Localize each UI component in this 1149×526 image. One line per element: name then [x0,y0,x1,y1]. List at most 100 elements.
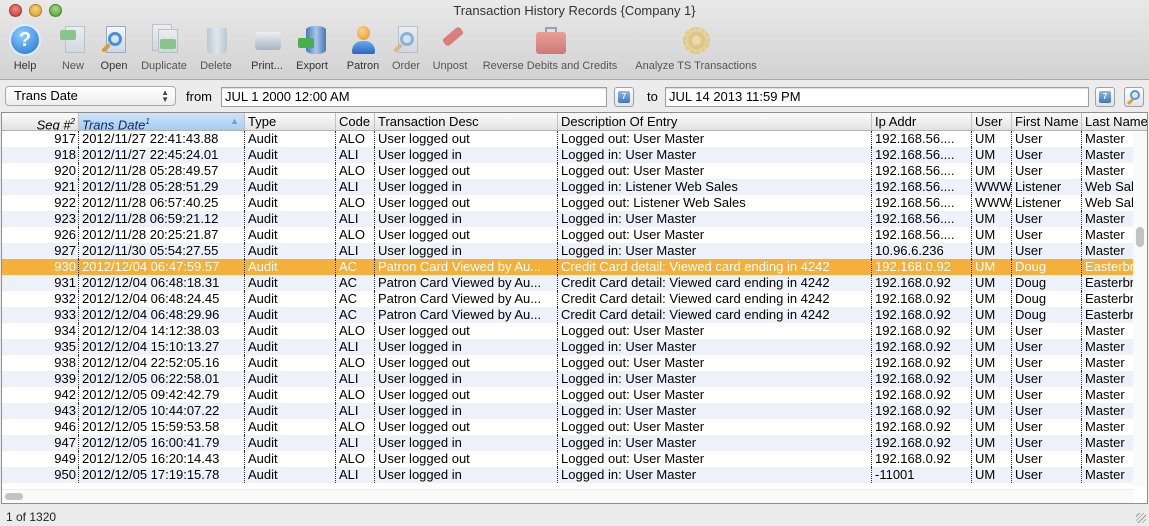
unpost-wrench-icon [434,24,466,56]
cell-seq: 927 [2,243,79,259]
table-row[interactable]: 926 2012/11/28 20:25:21.87 Audit ALO User lo… [2,227,1133,243]
patron-button[interactable]: Patron [346,24,380,76]
open-button[interactable]: Open [97,24,131,76]
table-row[interactable]: 934 2012/12/04 14:12:38.03 Audit ALO User lo… [2,323,1133,339]
cell-last-name: Master [1085,387,1125,402]
cell-trans-date: 2012/12/05 16:20:14.43 [79,451,245,467]
print-button[interactable]: Print... [250,24,284,76]
table-row[interactable]: 917 2012/11/27 22:41:43.88 Audit ALO User lo… [2,131,1133,147]
horizontal-scrollbar[interactable] [2,489,1133,503]
cell-seq: 934 [2,323,79,339]
cell-description-of-entry: Logged in: User Master [558,467,872,483]
cell-type: Audit [245,451,336,467]
cell-seq: 947 [2,435,79,451]
vertical-scroll-thumb[interactable] [1136,227,1144,247]
column-header-type[interactable]: Type [245,113,336,130]
cell-ip-addr: 192.168.56.... [872,211,972,227]
from-date-input[interactable]: JUL 1 2000 12:00 AM [221,87,607,107]
cell-seq: 917 [2,131,79,147]
column-header-first-name[interactable]: First Name [1012,113,1082,130]
table-row[interactable]: 931 2012/12/04 06:48:18.31 Audit AC Patron C… [2,275,1133,291]
cell-user: UM [972,355,1012,371]
table-row[interactable]: 921 2012/11/28 05:28:51.29 Audit ALI User lo… [2,179,1133,195]
table-row[interactable]: 946 2012/12/05 15:59:53.58 Audit ALO User lo… [2,419,1133,435]
cell-transaction-desc: Patron Card Viewed by Au... [375,259,558,275]
table-row[interactable]: 949 2012/12/05 16:20:14.43 Audit ALO User lo… [2,451,1133,467]
cell-first-name: User [1012,403,1082,419]
cell-trans-date: 2012/12/05 16:00:41.79 [79,435,245,451]
new-button[interactable]: New [56,24,90,76]
table-row[interactable]: 950 2012/12/05 17:19:15.78 Audit ALI User lo… [2,467,1133,483]
table-row[interactable]: 942 2012/12/05 09:42:42.79 Audit ALO User lo… [2,387,1133,403]
table-row[interactable]: 933 2012/12/04 06:48:29.96 Audit AC Patron C… [2,307,1133,323]
trash-icon [200,24,232,56]
to-calendar-button[interactable]: 7 [1095,87,1115,107]
cell-user: UM [972,403,1012,419]
cell-last-name: Master [1085,371,1125,386]
sort-rank-badge: 1 [145,117,150,126]
cell-user: UM [972,259,1012,275]
table-row[interactable]: 923 2012/11/28 06:59:21.12 Audit ALI User lo… [2,211,1133,227]
table-row[interactable]: 918 2012/11/27 22:45:24.01 Audit ALI User lo… [2,147,1133,163]
table-row[interactable]: 939 2012/12/05 06:22:58.01 Audit ALI User lo… [2,371,1133,387]
transaction-table: Seq #2 Trans Date1 ▲ Type Code Transacti… [1,112,1148,504]
horizontal-scroll-thumb[interactable] [5,493,23,500]
column-header-last-name[interactable]: Last Name [1082,113,1147,130]
export-button[interactable]: Export [295,24,329,76]
cell-seq: 926 [2,227,79,243]
duplicate-button[interactable]: Duplicate [141,24,187,76]
to-date-input[interactable]: JUL 14 2013 11:59 PM [665,87,1089,107]
cell-description-of-entry: Logged in: User Master [558,403,872,419]
cell-user: UM [972,147,1012,163]
cell-ip-addr: 192.168.0.92 [872,371,972,387]
table-row[interactable]: 922 2012/11/28 06:57:40.25 Audit ALO User lo… [2,195,1133,211]
table-row[interactable]: 943 2012/12/05 10:44:07.22 Audit ALI User lo… [2,403,1133,419]
analyze-ts-transactions-button[interactable]: Analyze TS Transactions [635,24,757,76]
table-row[interactable]: 932 2012/12/04 06:48:24.45 Audit AC Patron C… [2,291,1133,307]
column-header-ip-addr[interactable]: Ip Addr [872,113,972,130]
vertical-scrollbar[interactable] [1133,131,1147,487]
to-label: to [647,89,658,104]
filter-field-select[interactable]: Trans Date ▲ ▼ [5,86,176,106]
cell-transaction-desc: User logged out [375,387,558,403]
help-button[interactable]: ? Help [8,24,42,76]
table-row[interactable]: 935 2012/12/04 15:10:13.27 Audit ALI User lo… [2,339,1133,355]
cell-ip-addr: 192.168.0.92 [872,451,972,467]
export-database-icon [296,24,328,56]
from-calendar-button[interactable]: 7 [614,87,634,107]
table-row[interactable]: 920 2012/11/28 05:28:49.57 Audit ALO User lo… [2,163,1133,179]
cell-trans-date: 2012/12/04 06:48:29.96 [79,307,245,323]
cell-code: ALI [336,211,375,227]
cell-ip-addr: 192.168.0.92 [872,435,972,451]
column-header-trans-date[interactable]: Trans Date1 ▲ [79,113,245,130]
column-header-transaction-desc[interactable]: Transaction Desc [375,113,558,130]
cell-seq: 922 [2,195,79,211]
table-row[interactable]: 947 2012/12/05 16:00:41.79 Audit ALI User lo… [2,435,1133,451]
resize-grip-icon[interactable] [1136,513,1146,523]
column-header-description-of-entry[interactable]: Description Of Entry [558,113,872,130]
table-row[interactable]: 938 2012/12/04 22:52:05.16 Audit ALO User lo… [2,355,1133,371]
cell-transaction-desc: User logged in [375,403,558,419]
cell-type: Audit [245,195,336,211]
order-button[interactable]: Order [389,24,423,76]
column-header-user[interactable]: User [972,113,1012,130]
column-header-seq[interactable]: Seq #2 [2,113,79,130]
cell-ip-addr: 192.168.56.... [872,147,972,163]
cell-transaction-desc: User logged out [375,163,558,179]
trans-date-header-label: Trans Date [82,117,146,130]
table-row[interactable]: 927 2012/11/30 05:54:27.55 Audit ALI User lo… [2,243,1133,259]
cell-code: ALO [336,195,375,211]
cell-description-of-entry: Logged in: User Master [558,211,872,227]
delete-button[interactable]: Delete [199,24,233,76]
table-row-selected[interactable]: 930 2012/12/04 06:47:59.57 Audit AC Patron C… [2,259,1133,275]
cell-trans-date: 2012/12/04 06:48:18.31 [79,275,245,291]
cell-type: Audit [245,435,336,451]
cell-trans-date: 2012/12/05 10:44:07.22 [79,403,245,419]
cell-transaction-desc: User logged in [375,371,558,387]
find-button[interactable] [1124,87,1144,107]
unpost-button[interactable]: Unpost [433,24,467,76]
cell-user: UM [972,275,1012,291]
reverse-debits-credits-button[interactable]: Reverse Debits and Credits [483,24,617,76]
column-header-code[interactable]: Code [336,113,375,130]
cell-code: ALI [336,179,375,195]
